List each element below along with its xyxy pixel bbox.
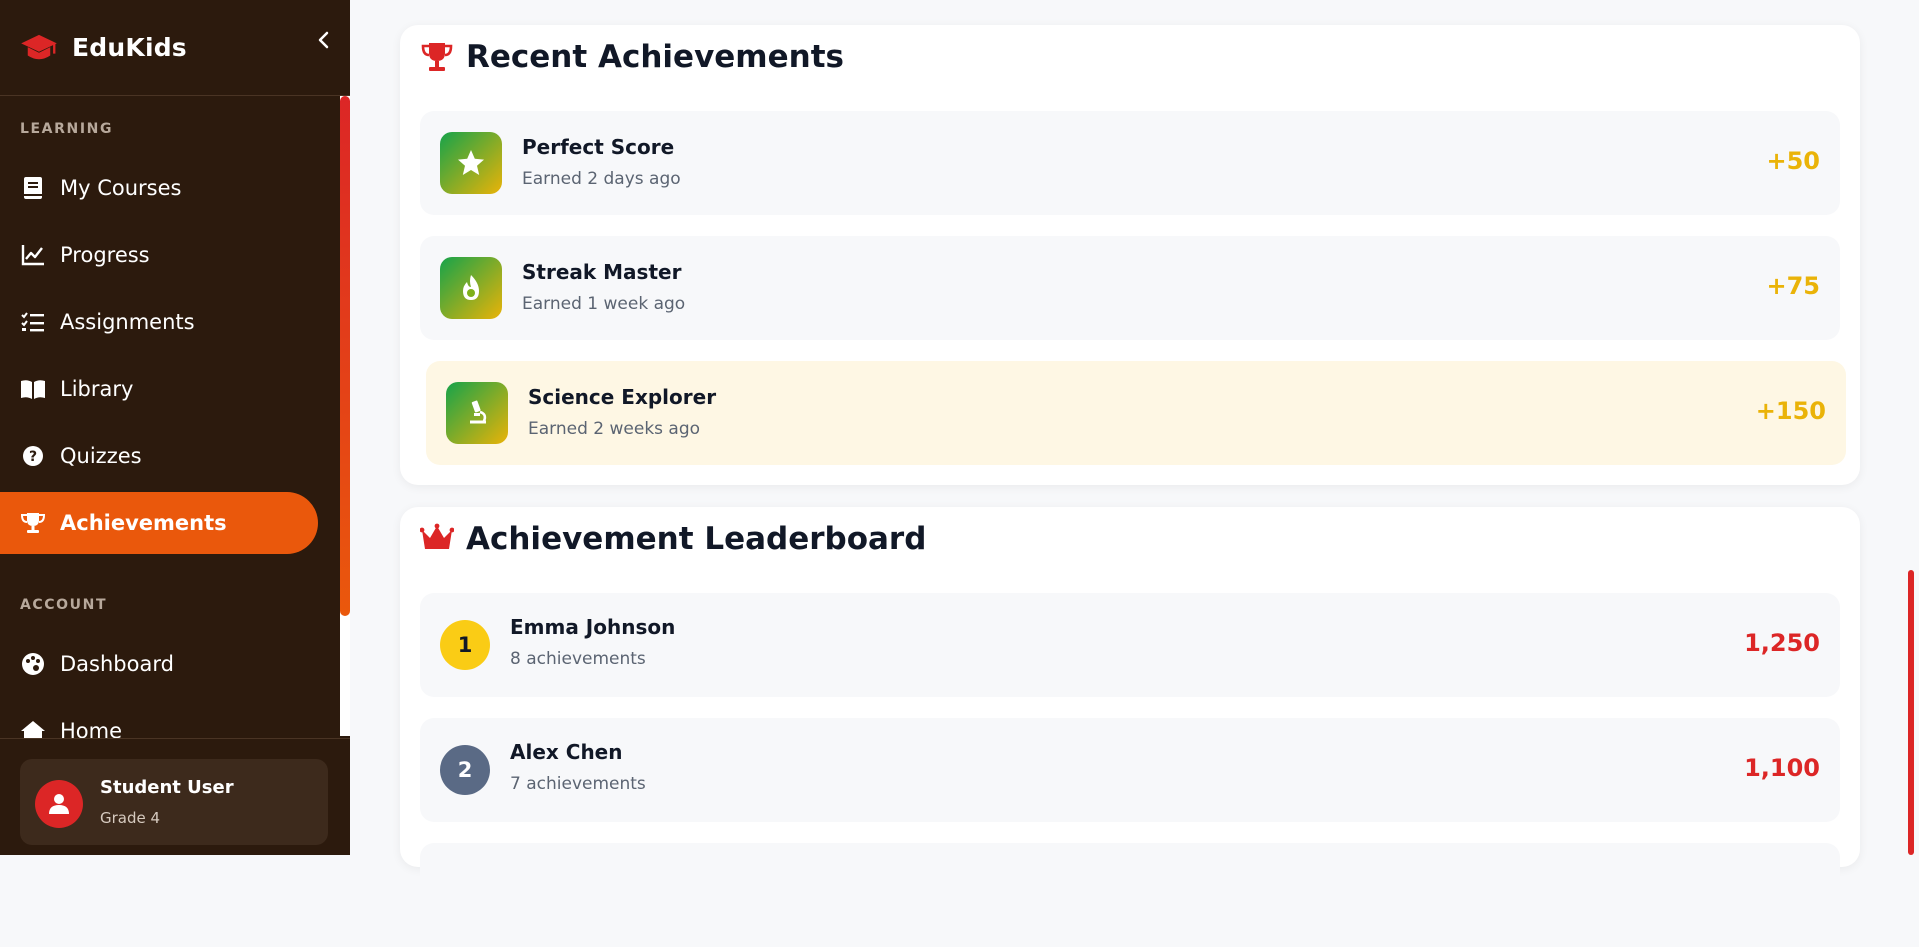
achievement-points: +75 <box>1766 272 1820 300</box>
section-label-account: ACCOUNT <box>20 597 108 613</box>
microscope-icon <box>470 400 487 424</box>
nav-item-assignments[interactable]: Assignments <box>0 291 318 353</box>
nav-label: My Courses <box>60 176 182 200</box>
question-circle-icon: ? <box>20 443 46 469</box>
user-panel: Student User Grade 4 <box>0 738 350 855</box>
user-name: Student User <box>100 777 234 798</box>
nav-item-dashboard[interactable]: Dashboard <box>0 633 318 695</box>
rank-badge: 1 <box>440 620 490 670</box>
student-score: 1,250 <box>1744 629 1820 657</box>
trophy-icon <box>20 510 46 536</box>
main-scrollbar-thumb[interactable] <box>1908 570 1914 855</box>
section-title: Achievement Leaderboard <box>466 521 927 557</box>
nav-label: Achievements <box>60 511 227 535</box>
trophy-icon <box>421 43 453 71</box>
achievement-earned: Earned 2 weeks ago <box>528 419 701 439</box>
rank-badge: 2 <box>440 745 490 795</box>
achievement-badge <box>440 132 502 194</box>
user-grade: Grade 4 <box>100 809 161 827</box>
achievement-badge <box>446 382 508 444</box>
leaderboard-row[interactable]: 2 Alex Chen 7 achievements 1,100 <box>420 718 1840 822</box>
sidebar-scrollbar-thumb[interactable] <box>340 96 350 616</box>
leaderboard-row[interactable]: 1 Emma Johnson 8 achievements 1,250 <box>420 593 1840 697</box>
chart-line-icon <box>20 242 46 268</box>
leaderboard-card: Achievement Leaderboard 1 Emma Johnson 8… <box>400 507 1860 947</box>
achievement-points: +50 <box>1766 147 1820 175</box>
nav-item-quizzes[interactable]: ? Quizzes <box>0 425 318 487</box>
section-label-learning: LEARNING <box>20 121 114 137</box>
achievement-row-perfect-score[interactable]: Perfect Score Earned 2 days ago +50 <box>420 111 1840 215</box>
achievement-count: 8 achievements <box>510 649 646 669</box>
achievement-title: Streak Master <box>522 260 682 284</box>
open-book-icon <box>20 376 46 402</box>
nav-item-library[interactable]: Library <box>0 358 318 420</box>
achievement-title: Perfect Score <box>522 135 675 159</box>
star-icon <box>458 150 484 175</box>
svg-text:?: ? <box>29 449 37 465</box>
graduation-cap-icon <box>21 34 57 59</box>
achievement-row-science-explorer[interactable]: Science Explorer Earned 2 weeks ago +150 <box>426 361 1846 465</box>
brand[interactable]: EduKids <box>0 0 350 96</box>
achievement-count: 7 achievements <box>510 774 646 794</box>
recent-achievements-heading: Recent Achievements <box>420 39 844 75</box>
user-icon <box>49 794 69 814</box>
achievement-title: Science Explorer <box>528 385 717 409</box>
avatar <box>35 780 83 828</box>
user-card[interactable]: Student User Grade 4 <box>20 759 328 845</box>
nav-label: Dashboard <box>60 652 174 676</box>
crown-icon <box>420 523 454 549</box>
tasks-icon <box>20 309 46 335</box>
nav-label: Library <box>60 377 134 401</box>
sidebar: EduKids LEARNING My Courses Progress Ass… <box>0 0 350 855</box>
achievement-row-streak-master[interactable]: Streak Master Earned 1 week ago +75 <box>420 236 1840 340</box>
nav-label: Assignments <box>60 310 195 334</box>
book-icon <box>20 175 46 201</box>
recent-achievements-card: Recent Achievements Perfect Score Earned… <box>400 25 1860 485</box>
nav-item-progress[interactable]: Progress <box>0 224 318 286</box>
leaderboard-heading: Achievement Leaderboard <box>420 521 926 557</box>
student-name: Emma Johnson <box>510 615 676 639</box>
fire-icon <box>463 275 479 300</box>
app-name: EduKids <box>72 33 187 62</box>
nav-item-my-courses[interactable]: My Courses <box>0 157 318 219</box>
student-score: 1,100 <box>1744 754 1820 782</box>
nav-item-achievements[interactable]: Achievements <box>0 492 318 554</box>
achievement-points: +150 <box>1755 397 1826 425</box>
student-name: Alex Chen <box>510 740 623 764</box>
palette-icon <box>20 651 46 677</box>
achievement-earned: Earned 1 week ago <box>522 294 686 314</box>
achievement-badge <box>440 257 502 319</box>
achievement-earned: Earned 2 days ago <box>522 169 681 189</box>
leaderboard-row[interactable] <box>420 843 1840 947</box>
section-title: Recent Achievements <box>466 39 844 75</box>
chevron-left-icon[interactable] <box>314 30 334 50</box>
nav-label: Progress <box>60 243 150 267</box>
nav-label: Quizzes <box>60 444 142 468</box>
